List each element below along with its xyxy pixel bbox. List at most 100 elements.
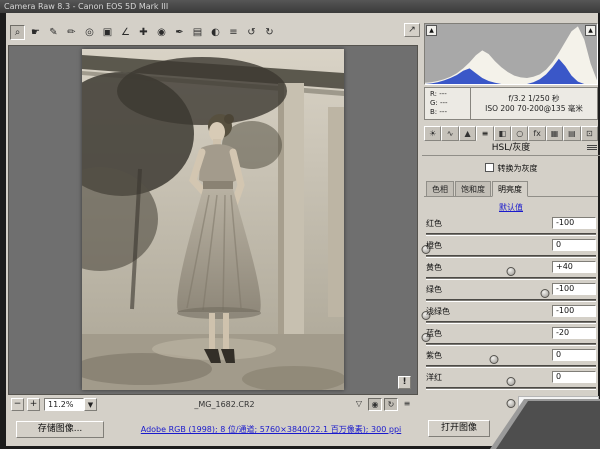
tab-basic[interactable]: ☀ — [424, 126, 441, 141]
red-eye-tool[interactable]: ◉ — [154, 25, 169, 40]
radial-filter-tool[interactable]: ◐ — [208, 25, 223, 40]
zoom-out-button[interactable]: − — [11, 398, 24, 411]
mark-accept-button[interactable]: ◉ — [368, 398, 382, 411]
color-sampler-tool[interactable]: ✏ — [64, 25, 79, 40]
b-value: B: --- — [430, 108, 470, 117]
tab-split-toning[interactable]: ◧ — [494, 126, 511, 141]
slider-track[interactable] — [426, 299, 596, 302]
preview-bar-icons: ▽◉↻≡ — [352, 398, 414, 411]
hsl-subtabs: 色相饱和度明亮度 — [424, 181, 598, 197]
slider-list: 红色-100橙色0黄色+40绿色-100浅绿色-100蓝色-20紫色0洋红0 — [424, 218, 598, 394]
slider-value-input[interactable]: 0 — [552, 371, 596, 383]
toggle-fullscreen-button[interactable]: ↗ — [404, 23, 420, 37]
camera-raw-dialog: Camera Raw 8.3 - Canon EOS 5D Mark III ⌕… — [0, 0, 600, 449]
subtab-1[interactable]: 饱和度 — [455, 181, 491, 196]
tab-camera-calibration[interactable]: ▦ — [546, 126, 563, 141]
convert-grayscale-checkbox[interactable] — [485, 163, 494, 172]
tab-lens-corrections[interactable]: ○ — [511, 126, 528, 141]
slider-value-input[interactable]: 0 — [552, 239, 596, 251]
r-value: R: --- — [430, 90, 470, 99]
slider-label: 紫色 — [426, 350, 442, 361]
slider-value-input[interactable]: -100 — [552, 283, 596, 295]
tab-hsl-grayscale[interactable]: ≡ — [476, 126, 493, 141]
filter-funnel-icon[interactable]: ▽ — [352, 398, 366, 411]
adjustments-panel: ▲ ▲ R: --- G: --- B: --- f/3.2 1/250 秒 I… — [422, 23, 600, 415]
hand-tool[interactable]: ☛ — [28, 25, 43, 40]
subtab-2[interactable]: 明亮度 — [492, 181, 528, 197]
slider-label: 红色 — [426, 218, 442, 229]
dialog-footer: 存储图像... Adobe RGB (1998); 8 位/通道; 5760×3… — [6, 414, 598, 446]
tab-effects[interactable]: fx — [528, 126, 545, 141]
toolbar: ⌕☛✎✏◎▣∠✚◉✒▤◐≡↺↻ — [10, 22, 277, 42]
slider-row-1: 橙色 0 — [424, 240, 598, 262]
image-metadata: R: --- G: --- B: --- f/3.2 1/250 秒 ISO 2… — [424, 87, 598, 120]
default-link[interactable]: 默认值 — [422, 202, 600, 213]
slider-track[interactable] — [426, 365, 596, 368]
convert-grayscale-label: 转换为灰度 — [498, 164, 538, 173]
slider-row-7: 洋红 0 — [424, 372, 598, 394]
histogram-plot — [425, 24, 597, 84]
exposure-info: f/3.2 1/250 秒 ISO 200 70-200@135 毫米 — [471, 88, 597, 119]
exposure-line2: ISO 200 70-200@135 毫米 — [471, 104, 597, 114]
slider-value-input[interactable]: -100 — [552, 217, 596, 229]
subtab-0[interactable]: 色相 — [426, 181, 454, 196]
white-balance-tool[interactable]: ✎ — [46, 25, 61, 40]
shadow-clipping-icon[interactable]: ▲ — [426, 25, 437, 36]
rotate-ccw-button[interactable]: ↺ — [244, 25, 259, 40]
spot-removal-tool[interactable]: ✚ — [136, 25, 151, 40]
slider-track[interactable] — [426, 277, 596, 280]
slider-value-input[interactable]: +40 — [552, 261, 596, 273]
filename-label: _MG_1682.CR2 — [97, 400, 352, 409]
slider-value-input[interactable]: 0 — [552, 349, 596, 361]
rotate-cw-button[interactable]: ↻ — [262, 25, 277, 40]
tab-presets[interactable]: ▤ — [563, 126, 580, 141]
slider-track[interactable] — [426, 233, 596, 236]
tab-detail[interactable]: ▲ — [459, 126, 476, 141]
zoom-tool[interactable]: ⌕ — [10, 25, 25, 40]
slider-track[interactable] — [426, 255, 596, 258]
slider-track[interactable] — [426, 343, 596, 346]
adjustment-brush-tool[interactable]: ✒ — [172, 25, 187, 40]
straighten-tool[interactable]: ∠ — [118, 25, 133, 40]
dialog-chrome: ⌕☛✎✏◎▣∠✚◉✒▤◐≡↺↻ ↗ — [6, 13, 598, 446]
slider-value-input[interactable]: -20 — [552, 327, 596, 339]
highlight-clipping-icon[interactable]: ▲ — [585, 25, 596, 36]
slider-track[interactable] — [426, 321, 596, 324]
photo-preview[interactable] — [82, 49, 344, 390]
window-title: Camera Raw 8.3 - Canon EOS 5D Mark III — [0, 0, 600, 13]
slider-label: 橙色 — [426, 240, 442, 251]
slider-value-input[interactable]: -100 — [552, 305, 596, 317]
preview-area[interactable]: ! — [8, 45, 418, 395]
photo-illustration — [82, 49, 344, 390]
tab-snapshots[interactable]: ⊡ — [581, 126, 598, 141]
slider-label: 绿色 — [426, 284, 442, 295]
slider-row-4: 浅绿色-100 — [424, 306, 598, 328]
targeted-adjustment-tool[interactable]: ◎ — [82, 25, 97, 40]
workflow-options-link[interactable]: Adobe RGB (1998); 8 位/通道; 5760×3840(22.1… — [116, 424, 426, 435]
panel-title: HSL/灰度 — [422, 141, 600, 156]
slider-row-2: 黄色 +40 — [424, 262, 598, 284]
slider-thumb[interactable] — [507, 399, 516, 408]
rgb-readout: R: --- G: --- B: --- — [425, 88, 471, 119]
convert-grayscale-row: 转换为灰度 — [422, 163, 600, 174]
slider-track[interactable] — [426, 387, 596, 390]
zoom-level-select[interactable]: 11.2% ▼ — [44, 398, 97, 411]
slider-label: 蓝色 — [426, 328, 442, 339]
rotate-preview-button[interactable]: ↻ — [384, 398, 398, 411]
graduated-filter-tool[interactable]: ▤ — [190, 25, 205, 40]
zoom-in-button[interactable]: + — [27, 398, 40, 411]
slider-row-0: 红色 -100 — [424, 218, 598, 240]
toggle-panel-button[interactable]: ≡ — [400, 398, 414, 411]
slider-row-3: 绿色 -100 — [424, 284, 598, 306]
slider-row-6: 紫色 0 — [424, 350, 598, 372]
panel-menu-icon[interactable] — [587, 145, 597, 152]
save-image-button[interactable]: 存储图像... — [16, 421, 104, 438]
open-image-button[interactable]: 打开图像 — [428, 420, 490, 437]
crop-tool[interactable]: ▣ — [100, 25, 115, 40]
preferences-button[interactable]: ≡ — [226, 25, 241, 40]
tab-tone-curve[interactable]: ∿ — [441, 126, 458, 141]
slider-label: 洋红 — [426, 372, 442, 383]
chevron-down-icon[interactable]: ▼ — [84, 398, 97, 411]
slider-label: 黄色 — [426, 262, 442, 273]
processing-warning-icon: ! — [398, 376, 411, 389]
